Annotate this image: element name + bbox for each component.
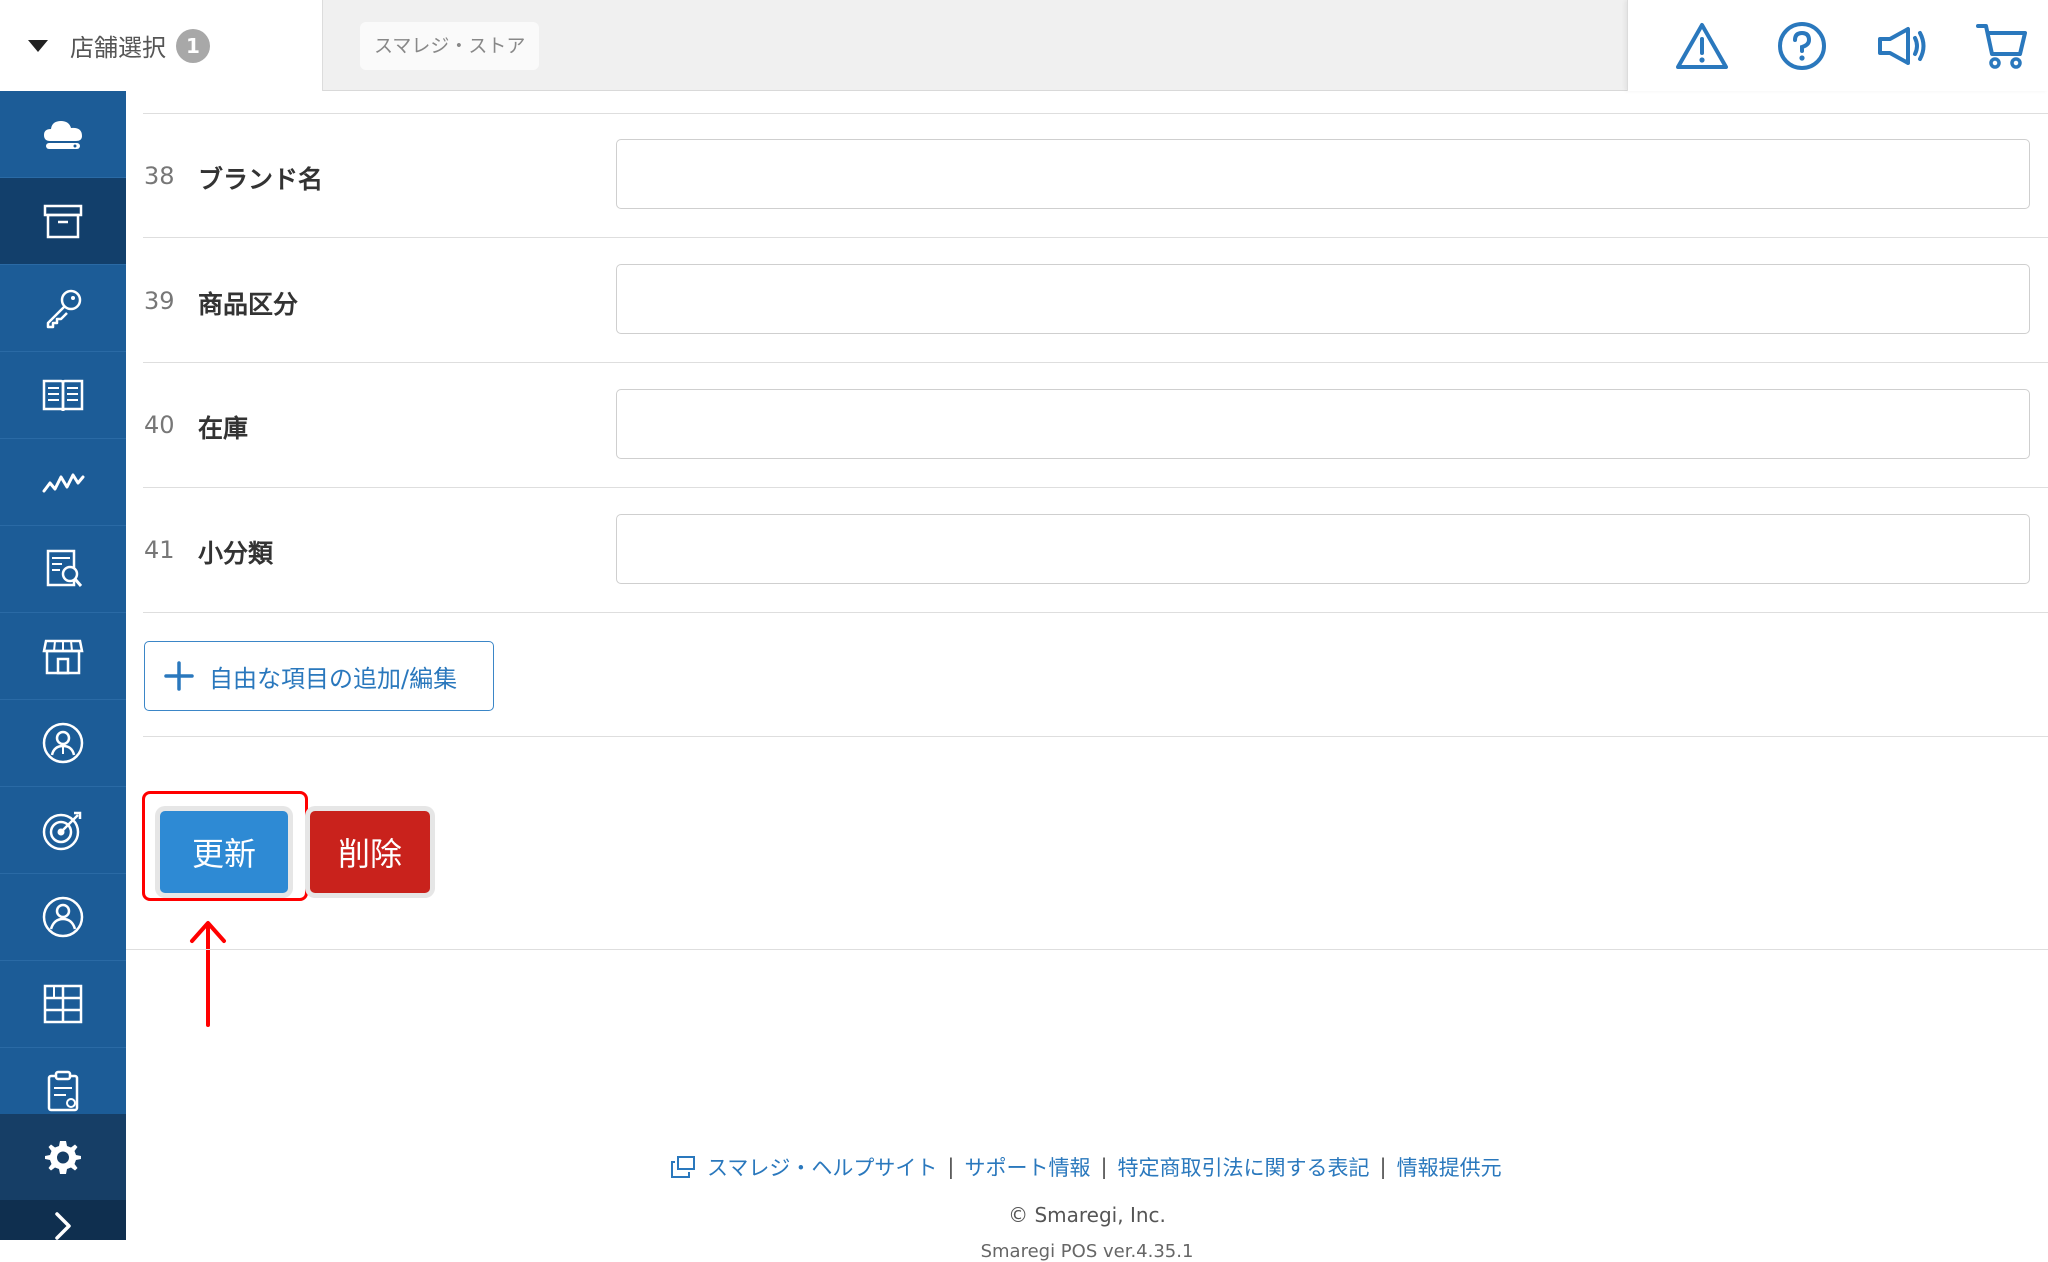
expand-icon[interactable] xyxy=(0,1201,126,1240)
announcement-icon[interactable] xyxy=(1874,18,1930,74)
product-category-input[interactable] xyxy=(616,264,2030,334)
footer-divider xyxy=(126,949,2048,950)
field-label-product-category: 商品区分 xyxy=(198,290,299,319)
field-label-brand: ブランド名 xyxy=(198,165,324,194)
annotation-arrow-icon xyxy=(190,921,226,1027)
footer-link-legal[interactable]: 特定商取引法に関する表記 xyxy=(1118,1152,1370,1182)
chart-icon[interactable] xyxy=(0,439,126,526)
row-number: 39 xyxy=(144,287,175,315)
main-content: 38 ブランド名 39 商品区分 40 在庫 41 小分類 自由な項目の追加/編… xyxy=(126,91,2048,1262)
row-divider xyxy=(143,612,2048,613)
row-divider xyxy=(143,362,2048,363)
header-icon-group xyxy=(1627,0,2048,91)
target-icon[interactable] xyxy=(0,787,126,874)
row-divider xyxy=(143,237,2048,238)
stock-input[interactable] xyxy=(616,389,2030,459)
footer-link-info-provider[interactable]: 情報提供元 xyxy=(1397,1152,1502,1182)
member-icon[interactable] xyxy=(0,874,126,961)
footer-links: スマレジ・ヘルプサイト | サポート情報 | 特定商取引法に関する表記 | 情報… xyxy=(669,1151,1502,1183)
gear-icon[interactable] xyxy=(0,1114,126,1201)
field-label-subcategory: 小分類 xyxy=(198,539,274,568)
delete-button[interactable]: 削除 xyxy=(310,811,430,893)
footer-separator: | xyxy=(1379,1155,1387,1179)
store-selector[interactable]: 店舗選択 1 xyxy=(0,0,323,91)
plus-icon xyxy=(164,661,194,691)
current-store-chip[interactable]: スマレジ・ストア xyxy=(360,22,540,70)
sidebar xyxy=(0,91,126,1240)
row-divider xyxy=(143,113,2048,114)
book-icon[interactable] xyxy=(0,352,126,439)
version-label: Smaregi POS ver.4.35.1 xyxy=(980,1241,1194,1262)
apps-icon[interactable] xyxy=(0,961,126,1048)
key-icon[interactable] xyxy=(0,265,126,352)
add-custom-field-label: 自由な項目の追加/編集 xyxy=(209,664,458,693)
external-window-icon xyxy=(671,1156,695,1178)
caret-down-icon xyxy=(28,39,48,52)
store-select-label: 店舗選択 xyxy=(70,34,166,62)
help-icon[interactable] xyxy=(1774,18,1830,74)
cloud-icon[interactable] xyxy=(0,91,126,178)
footer-link-support[interactable]: サポート情報 xyxy=(964,1152,1090,1182)
footer-separator: | xyxy=(947,1155,955,1179)
footer-separator: | xyxy=(1100,1155,1108,1179)
field-label-stock: 在庫 xyxy=(198,414,249,443)
sidebar-footer xyxy=(0,1114,126,1240)
alert-icon[interactable] xyxy=(1674,18,1730,74)
store-count-badge: 1 xyxy=(176,28,210,63)
row-divider xyxy=(143,487,2048,488)
subcategory-input[interactable] xyxy=(616,514,2030,584)
archive-icon[interactable] xyxy=(0,178,126,265)
top-bar: 店舗選択 1 スマレジ・ストア xyxy=(0,0,2048,91)
store-icon[interactable] xyxy=(0,613,126,700)
footer-link-help[interactable]: スマレジ・ヘルプサイト xyxy=(707,1152,937,1182)
row-number: 41 xyxy=(144,536,175,564)
cart-icon[interactable] xyxy=(1974,18,2030,74)
update-button[interactable]: 更新 xyxy=(160,811,288,893)
row-number: 38 xyxy=(144,162,175,190)
row-divider xyxy=(143,736,2048,737)
row-number: 40 xyxy=(144,411,175,439)
brand-name-input[interactable] xyxy=(616,139,2030,209)
staff-icon[interactable] xyxy=(0,700,126,787)
report-icon[interactable] xyxy=(0,526,126,613)
copyright: © Smaregi, Inc. xyxy=(1008,1203,1166,1227)
add-custom-field-button[interactable]: 自由な項目の追加/編集 xyxy=(144,641,494,711)
